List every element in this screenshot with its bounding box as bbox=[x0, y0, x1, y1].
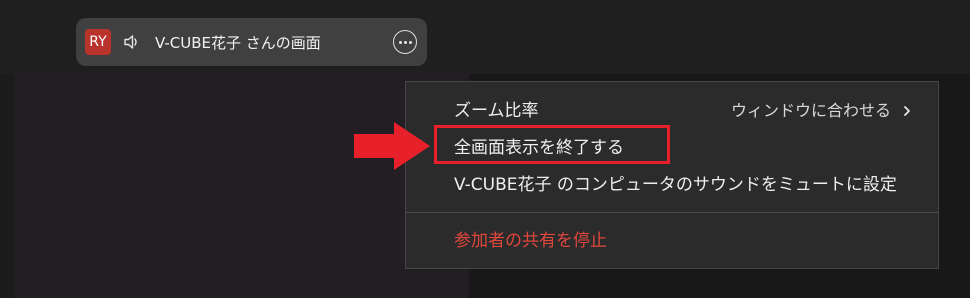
highlight-box bbox=[434, 125, 670, 164]
zoom-value[interactable]: ウィンドウに合わせる bbox=[731, 100, 891, 122]
context-menu: ズーム比率 ウィンドウに合わせる 全画面表示を終了する V-CUBE花子 のコン… bbox=[405, 81, 939, 269]
menu-item-stop-sharing[interactable]: 参加者の共有を停止 bbox=[454, 230, 607, 252]
shared-screen-area bbox=[14, 74, 469, 298]
share-title: V-CUBE花子 さんの画面 bbox=[155, 33, 321, 52]
menu-item-zoom[interactable]: ズーム比率 bbox=[454, 100, 539, 122]
speaker-icon[interactable] bbox=[122, 32, 142, 52]
chevron-right-icon bbox=[904, 106, 910, 116]
more-options-button[interactable] bbox=[393, 30, 417, 54]
menu-divider bbox=[406, 212, 938, 213]
avatar: RY bbox=[85, 29, 111, 55]
red-arrow-icon bbox=[354, 122, 430, 170]
screen-share-header: RY V-CUBE花子 さんの画面 bbox=[76, 18, 427, 66]
more-options-icon bbox=[398, 40, 402, 44]
screen: RY V-CUBE花子 さんの画面 ズーム比率 ウィンドウに合わせる 全画面表示… bbox=[0, 0, 970, 298]
menu-item-mute-computer-sound[interactable]: V-CUBE花子 のコンピュータのサウンドをミュートに設定 bbox=[454, 174, 897, 196]
